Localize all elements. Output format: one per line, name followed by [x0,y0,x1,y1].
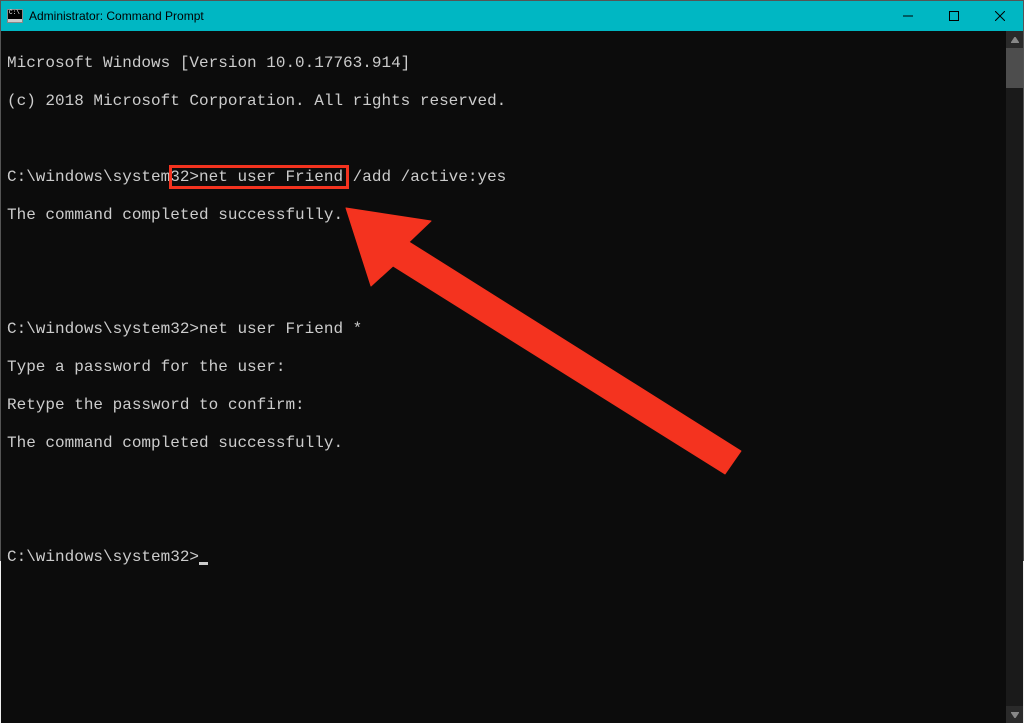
maximize-button[interactable] [931,1,977,31]
cursor [199,562,208,565]
scroll-down-button[interactable] [1006,706,1023,723]
window-controls [885,1,1023,31]
terminal-output[interactable]: Microsoft Windows [Version 10.0.17763.91… [1,31,1006,723]
scroll-up-button[interactable] [1006,31,1023,48]
blank-line [7,282,1000,301]
command-prompt-window: Administrator: Command Prompt Microsoft … [0,0,1024,561]
scroll-thumb[interactable] [1006,48,1023,88]
cmd-icon [7,9,23,23]
blank-line [7,130,1000,149]
blank-line [7,244,1000,263]
version-line: Microsoft Windows [Version 10.0.17763.91… [7,54,1000,73]
result-line: The command completed successfully. [7,434,1000,453]
prompt-path: C:\windows\system32> [7,548,199,566]
window-title: Administrator: Command Prompt [29,9,204,23]
close-button[interactable] [977,1,1023,31]
title-left: Administrator: Command Prompt [1,9,204,23]
command-line-2: C:\windows\system32>net user Friend * [7,320,1000,339]
prompt-path: C:\windows\system32> [7,320,199,338]
blank-line [7,472,1000,491]
command-text: net user Friend /add /active:yes [199,168,506,186]
password-prompt-2: Retype the password to confirm: [7,396,1000,415]
result-line: The command completed successfully. [7,206,1000,225]
minimize-icon [903,11,913,21]
copyright-line: (c) 2018 Microsoft Corporation. All righ… [7,92,1000,111]
chevron-down-icon [1011,712,1019,718]
prompt-path: C:\windows\system32> [7,168,199,186]
current-prompt: C:\windows\system32> [7,548,1000,567]
password-prompt-1: Type a password for the user: [7,358,1000,377]
vertical-scrollbar[interactable] [1006,31,1023,723]
maximize-icon [949,11,959,21]
window-body: Microsoft Windows [Version 10.0.17763.91… [1,31,1023,723]
titlebar[interactable]: Administrator: Command Prompt [1,1,1023,31]
minimize-button[interactable] [885,1,931,31]
chevron-up-icon [1011,37,1019,43]
close-icon [995,11,1005,21]
highlighted-command: net user Friend * [199,320,362,338]
blank-line [7,510,1000,529]
command-line-1: C:\windows\system32>net user Friend /add… [7,168,1000,187]
